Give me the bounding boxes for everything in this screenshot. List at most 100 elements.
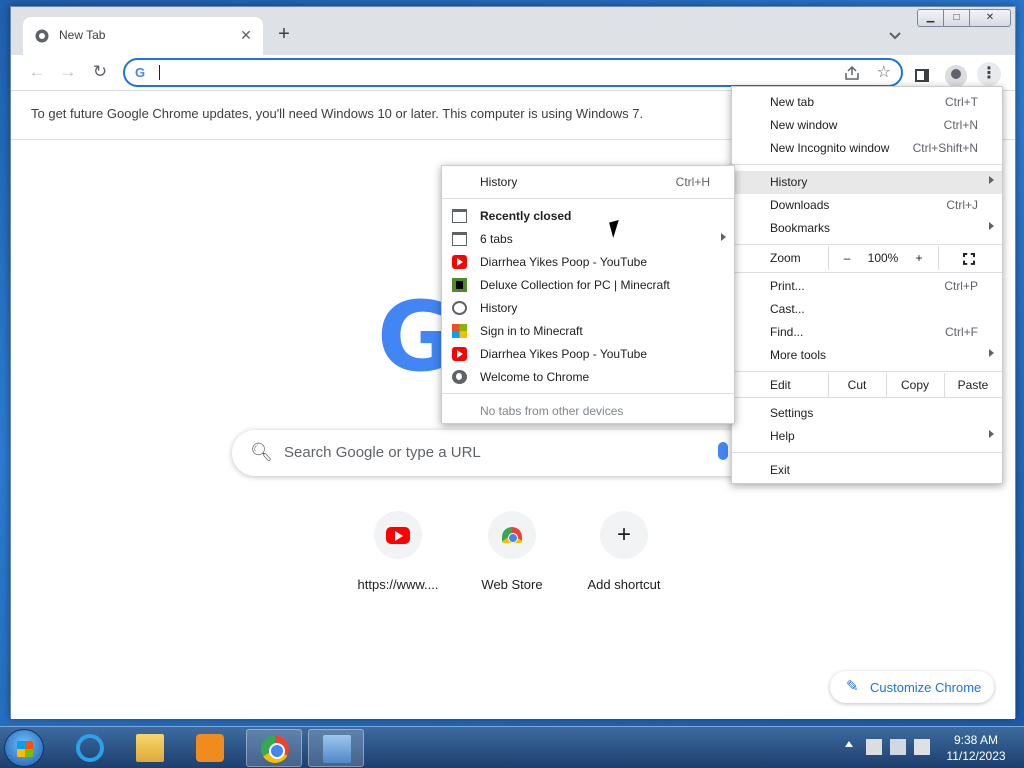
menu-separator <box>732 452 1002 453</box>
history-item[interactable]: Diarrhea Yikes Poop - YouTube <box>442 251 734 274</box>
submenu-label: Recently closed <box>480 209 572 223</box>
submenu-label: Deluxe Collection for PC | Minecraft <box>480 278 670 292</box>
window-icon <box>452 232 467 246</box>
submenu-label: History <box>480 301 518 315</box>
text-caret <box>159 65 160 80</box>
share-icon[interactable] <box>843 64 861 82</box>
youtube-icon <box>452 255 467 269</box>
menu-downloads[interactable]: Downloads Ctrl+J <box>732 194 1002 217</box>
side-panel-icon[interactable] <box>915 69 929 82</box>
system-clock[interactable]: 9:38 AM 11/12/2023 <box>936 732 1016 764</box>
menu-new-incognito[interactable]: New Incognito window Ctrl+Shift+N <box>732 137 1002 160</box>
shortcut-add[interactable]: + Add shortcut <box>568 511 680 592</box>
web-store-icon <box>502 527 522 543</box>
submenu-arrow-icon <box>989 430 994 438</box>
infobar-text: To get future Google Chrome updates, you… <box>31 106 644 121</box>
submenu-label: History <box>480 175 518 189</box>
window-minimize-button[interactable]: ▁ <box>917 9 944 27</box>
tab-search-chevron-icon[interactable] <box>887 27 903 43</box>
history-item[interactable]: Diarrhea Yikes Poop - YouTube <box>442 343 734 366</box>
ntp-search-box[interactable]: 🔍︎ Search Google or type a URL <box>232 430 794 476</box>
copy-button[interactable]: Copy <box>886 373 944 397</box>
menu-label: Settings <box>770 406 814 420</box>
action-center-flag-icon[interactable] <box>866 739 882 755</box>
menu-label: Print... <box>770 279 805 293</box>
menu-bookmarks[interactable]: Bookmarks <box>732 217 1002 240</box>
network-icon[interactable] <box>890 739 906 755</box>
shortcut-label: https://www.... <box>357 577 439 592</box>
customize-chrome-button[interactable]: ✎ Customize Chrome <box>830 671 994 703</box>
shortcut-web-store[interactable]: Web Store <box>456 511 568 592</box>
tray-expand-icon[interactable] <box>845 741 853 747</box>
menu-exit[interactable]: Exit <box>732 459 1002 482</box>
history-item[interactable]: 6 tabs <box>442 228 734 251</box>
taskbar-remote-desktop[interactable] <box>308 729 364 767</box>
menu-shortcut: Ctrl+J <box>946 198 978 212</box>
window-maximize-button[interactable]: □ <box>943 9 970 27</box>
plus-icon: + <box>616 521 631 548</box>
menu-print[interactable]: Print... Ctrl+P <box>732 275 1002 298</box>
zoom-out-button[interactable]: – <box>832 246 862 270</box>
submenu-separator <box>442 198 734 199</box>
paste-button[interactable]: Paste <box>944 373 1002 397</box>
history-item-history[interactable]: History Ctrl+H <box>442 171 734 194</box>
zoom-value: 100% <box>867 251 899 265</box>
menu-label: New tab <box>770 95 815 109</box>
menu-shortcut: Ctrl+F <box>945 325 978 339</box>
menu-label: More tools <box>770 348 827 362</box>
menu-help[interactable]: Help <box>732 425 1002 448</box>
fullscreen-icon[interactable] <box>954 246 984 270</box>
zoom-in-button[interactable]: + <box>904 246 934 270</box>
taskbar-chrome[interactable] <box>246 729 302 767</box>
menu-label: Downloads <box>770 198 830 212</box>
cut-button[interactable]: Cut <box>828 373 886 397</box>
volume-muted-icon[interactable] <box>914 739 930 755</box>
taskbar-explorer[interactable] <box>122 729 178 767</box>
history-item[interactable]: Sign in to Minecraft <box>442 320 734 343</box>
history-icon <box>452 301 467 315</box>
history-item[interactable]: Welcome to Chrome <box>442 366 734 389</box>
start-button[interactable] <box>4 729 44 767</box>
submenu-label: 6 tabs <box>480 232 513 246</box>
menu-history[interactable]: History <box>732 171 1002 194</box>
submenu-label: Diarrhea Yikes Poop - YouTube <box>480 347 647 361</box>
menu-separator <box>732 164 1002 165</box>
history-recently-closed: Recently closed <box>442 205 734 228</box>
history-item[interactable]: History <box>442 297 734 320</box>
submenu-label: Diarrhea Yikes Poop - YouTube <box>480 255 647 269</box>
tab-new-tab[interactable]: New Tab ✕ <box>23 17 263 55</box>
menu-new-tab[interactable]: New tab Ctrl+T <box>732 91 1002 114</box>
menu-shortcut: Ctrl+Shift+N <box>912 141 978 155</box>
reload-icon[interactable]: ↻ <box>88 61 112 85</box>
globe-icon <box>452 370 467 384</box>
microphone-icon[interactable] <box>718 442 728 460</box>
tab-close-icon[interactable]: ✕ <box>237 26 255 44</box>
menu-label: Bookmarks <box>770 221 831 235</box>
zoom-divider <box>828 246 829 270</box>
menu-label: Help <box>770 429 795 443</box>
shortcut-label: Web Store <box>481 577 543 592</box>
menu-more-tools[interactable]: More tools <box>732 344 1002 367</box>
forward-arrow-icon[interactable]: → <box>56 61 80 85</box>
taskbar-media-player[interactable] <box>182 729 238 767</box>
bookmark-star-icon[interactable]: ☆ <box>877 62 891 82</box>
new-tab-button[interactable]: + <box>273 24 295 46</box>
chrome-menu-kebab-icon[interactable]: ⋮ <box>977 62 1001 86</box>
back-arrow-icon[interactable]: ← <box>25 61 49 85</box>
menu-find[interactable]: Find... Ctrl+F <box>732 321 1002 344</box>
menu-label: History <box>770 175 808 189</box>
submenu-arrow-icon <box>989 222 994 230</box>
history-item[interactable]: Deluxe Collection for PC | Minecraft <box>442 274 734 297</box>
profile-avatar-icon[interactable] <box>945 65 967 87</box>
taskbar-ie[interactable] <box>62 729 118 767</box>
menu-cast[interactable]: Cast... <box>732 298 1002 321</box>
submenu-arrow-icon <box>989 349 994 357</box>
menu-edit-row: Edit Cut Copy Paste <box>732 373 1002 397</box>
window-close-button[interactable]: ✕ <box>969 9 1011 27</box>
menu-label: New Incognito window <box>770 141 890 155</box>
omnibox[interactable]: G ☆ <box>123 58 903 87</box>
menu-settings[interactable]: Settings <box>732 402 1002 425</box>
shortcut-youtube[interactable]: https://www.... <box>342 511 454 592</box>
menu-label: Cast... <box>770 302 805 316</box>
menu-new-window[interactable]: New window Ctrl+N <box>732 114 1002 137</box>
